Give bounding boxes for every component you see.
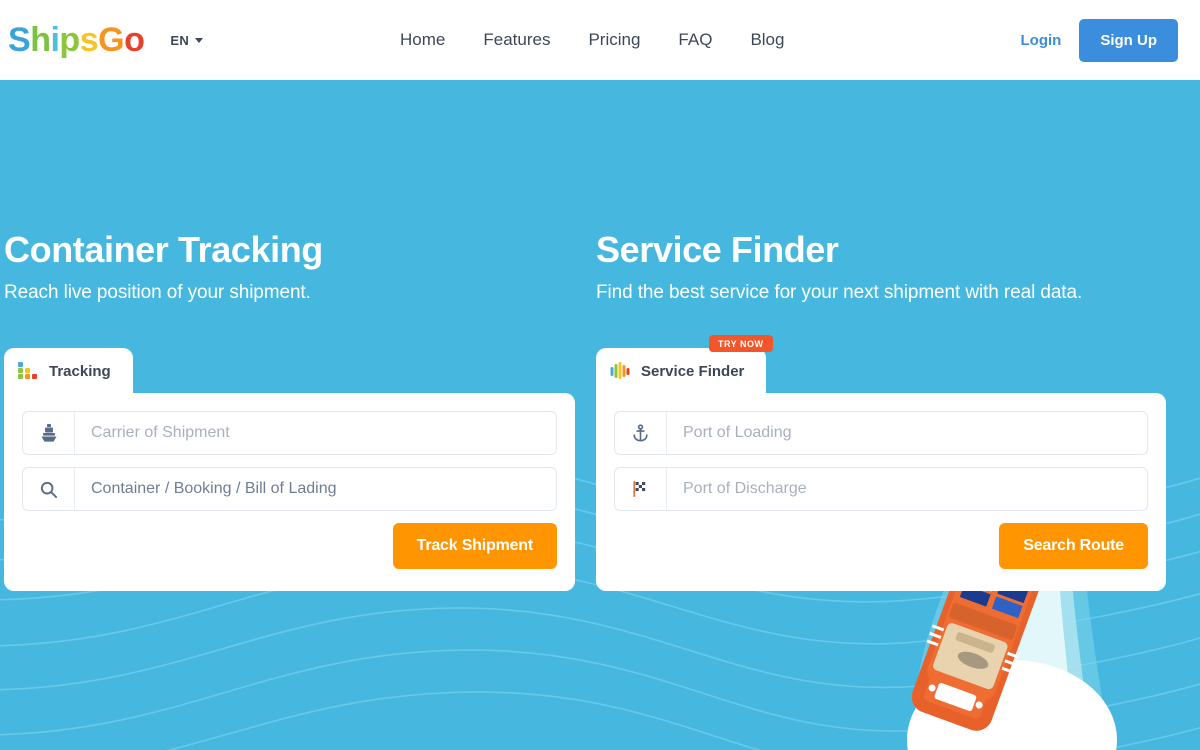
logo-letter: G <box>98 21 125 59</box>
service-finder-bars-icon <box>610 362 630 380</box>
service-finder-card: Search Route <box>596 393 1166 591</box>
page-title-service-finder: Service Finder <box>596 229 839 270</box>
page-title-tracking: Container Tracking <box>4 229 323 270</box>
site-header: ShipsGo EN Home Features Pricing FAQ Blo… <box>0 0 1200 80</box>
tracking-actions: Track Shipment <box>22 523 557 569</box>
port-of-loading-field[interactable] <box>614 411 1148 455</box>
try-now-badge: TRY NOW <box>709 335 773 352</box>
page-root: ShipsGo EN Home Features Pricing FAQ Blo… <box>0 0 1200 750</box>
language-selector[interactable]: EN <box>170 32 204 48</box>
language-label: EN <box>170 32 190 48</box>
nav-item-pricing[interactable]: Pricing <box>588 30 640 50</box>
port-of-discharge-field[interactable] <box>614 467 1148 511</box>
main-navigation: Home Features Pricing FAQ Blog <box>400 0 784 80</box>
service-finder-actions: Search Route <box>614 523 1148 569</box>
subtitle-service-finder: Find the best service for your next ship… <box>596 281 1083 303</box>
auth-actions: Login Sign Up <box>1021 0 1178 80</box>
tracking-tabrow: Tracking <box>4 348 575 393</box>
ship-icon <box>23 412 75 454</box>
login-link[interactable]: Login <box>1021 32 1062 49</box>
nav-item-blog[interactable]: Blog <box>750 30 784 50</box>
nav-item-faq[interactable]: FAQ <box>678 30 712 50</box>
logo-letter: s <box>79 21 99 59</box>
container-tracking-column: Container Tracking Reach live position o… <box>4 229 579 591</box>
tracking-squares-icon <box>18 362 38 380</box>
search-route-button[interactable]: Search Route <box>999 523 1148 569</box>
container-number-field[interactable] <box>22 467 557 511</box>
signup-button[interactable]: Sign Up <box>1079 18 1178 62</box>
service-finder-card-block: TRY NOW Service Finder Port of Loading P… <box>596 335 1166 591</box>
chevron-down-icon <box>195 37 204 43</box>
logo-letter: i <box>50 21 60 59</box>
nav-item-home[interactable]: Home <box>400 30 445 50</box>
tab-service-finder[interactable]: Service Finder <box>596 348 767 393</box>
logo-letter: o <box>124 21 145 59</box>
anchor-icon <box>615 412 667 454</box>
checkered-flag-icon <box>615 468 667 510</box>
search-icon <box>23 468 75 510</box>
tab-tracking[interactable]: Tracking <box>4 348 133 393</box>
logo-letter: h <box>30 21 51 59</box>
subtitle-tracking: Reach live position of your shipment. <box>4 281 311 303</box>
service-finder-tabrow: TRY NOW Service Finder <box>596 335 1166 393</box>
track-shipment-button[interactable]: Track Shipment <box>392 523 557 569</box>
shipsgo-logo[interactable]: ShipsGo <box>8 21 145 59</box>
service-finder-column: Service Finder Find the best service for… <box>596 229 1166 591</box>
port-of-discharge-input[interactable] <box>667 468 1147 510</box>
logo-letter: p <box>59 21 80 59</box>
tracking-card: Track Shipment <box>4 393 575 591</box>
tab-service-finder-label: Service Finder <box>641 362 745 380</box>
carrier-input[interactable] <box>75 412 556 454</box>
tracking-card-block: Tracking Carrier of Shipment Container /… <box>4 348 575 591</box>
container-number-input[interactable] <box>75 468 556 510</box>
port-of-loading-input[interactable] <box>667 412 1147 454</box>
nav-item-features[interactable]: Features <box>483 30 550 50</box>
logo-letter: S <box>8 21 31 59</box>
tab-tracking-label: Tracking <box>49 362 111 380</box>
hero-section: Container Tracking Reach live position o… <box>0 80 1200 750</box>
carrier-field[interactable] <box>22 411 557 455</box>
